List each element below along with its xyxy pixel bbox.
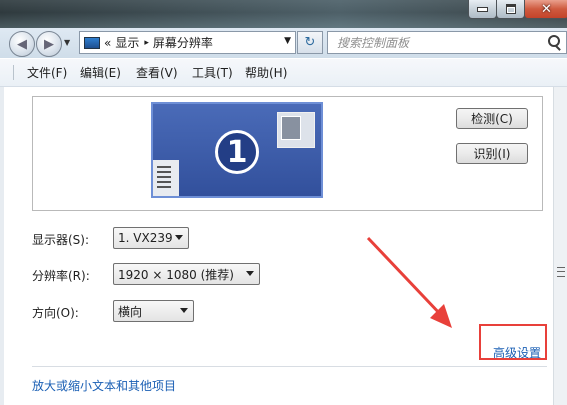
- advanced-settings-link[interactable]: 高级设置: [493, 344, 541, 358]
- text-size-link[interactable]: 放大或缩小文本和其他项目: [32, 377, 176, 394]
- menu-bar: 文件(F) 编辑(E) 查看(V) 工具(T) 帮助(H): [0, 59, 567, 87]
- display-select-value: 1. VX239: [118, 231, 173, 245]
- chevron-down-icon: [180, 308, 188, 313]
- resolution-select-value: 1920 × 1080 (推荐): [118, 267, 234, 282]
- menu-edit[interactable]: 编辑(E): [80, 64, 121, 81]
- orientation-select[interactable]: 横向: [113, 300, 194, 322]
- annotation-arrow-icon: [366, 236, 452, 328]
- breadcrumb-screen-resolution[interactable]: 屏幕分辨率: [153, 34, 213, 51]
- arrow-left-icon: ◀: [17, 36, 27, 52]
- resolution-label: 分辨率(R):: [32, 269, 90, 283]
- monitor-number: 1: [215, 130, 259, 174]
- breadcrumb-separator[interactable]: ▸: [144, 38, 149, 48]
- identify-button[interactable]: 识别(I): [456, 143, 528, 164]
- menu-file[interactable]: 文件(F): [27, 64, 67, 81]
- section-divider: [32, 366, 547, 367]
- monitor-1-thumbnail[interactable]: 1: [151, 102, 323, 198]
- chevron-down-icon: ▼: [64, 38, 71, 47]
- menu-view[interactable]: 查看(V): [136, 64, 178, 81]
- menu-help[interactable]: 帮助(H): [245, 64, 287, 81]
- address-prefix[interactable]: «: [104, 36, 111, 50]
- forward-button[interactable]: ▶: [36, 31, 62, 57]
- search-input[interactable]: 搜索控制面板: [327, 31, 567, 54]
- address-field[interactable]: « 显示 ▸ 屏幕分辨率 ▼: [79, 31, 296, 54]
- window-thumbnail-icon: [277, 112, 315, 148]
- menu-tools[interactable]: 工具(T): [192, 64, 233, 81]
- refresh-icon: ↻: [304, 35, 316, 50]
- document-thumbnail-icon: [153, 160, 179, 196]
- address-dropdown-icon[interactable]: ▼: [284, 36, 291, 46]
- display-select[interactable]: 1. VX239: [113, 227, 189, 249]
- orientation-label: 方向(O):: [32, 306, 79, 320]
- refresh-button[interactable]: ↻: [297, 31, 323, 54]
- close-icon: ✕: [541, 1, 552, 17]
- recent-pages-dropdown[interactable]: ▼: [64, 38, 70, 47]
- maximize-button[interactable]: [496, 0, 525, 19]
- resolution-select[interactable]: 1920 × 1080 (推荐): [113, 263, 260, 285]
- search-icon[interactable]: [548, 35, 560, 47]
- arrow-right-icon: ▶: [44, 36, 54, 52]
- content-edge: [0, 87, 4, 405]
- orientation-select-value: 横向: [118, 304, 143, 319]
- scrollbar-grip-icon[interactable]: [557, 267, 565, 277]
- minimize-icon: [477, 6, 488, 12]
- control-panel-icon: [84, 36, 100, 49]
- advanced-settings-highlight: 高级设置: [479, 324, 547, 360]
- vertical-scrollbar[interactable]: [553, 87, 567, 405]
- chevron-down-icon: [246, 271, 254, 276]
- detect-button[interactable]: 检测(C): [456, 108, 528, 129]
- minimize-button[interactable]: [468, 0, 497, 19]
- menu-bar-grip: [13, 65, 14, 80]
- maximize-icon: [505, 4, 516, 14]
- chevron-down-icon: [175, 235, 183, 240]
- display-label: 显示器(S):: [32, 233, 90, 247]
- annotation-arrow-shaft: [366, 236, 444, 318]
- close-button[interactable]: ✕: [524, 0, 567, 19]
- back-button[interactable]: ◀: [9, 31, 35, 57]
- search-placeholder: 搜索控制面板: [337, 36, 410, 50]
- breadcrumb-display[interactable]: 显示: [115, 34, 139, 51]
